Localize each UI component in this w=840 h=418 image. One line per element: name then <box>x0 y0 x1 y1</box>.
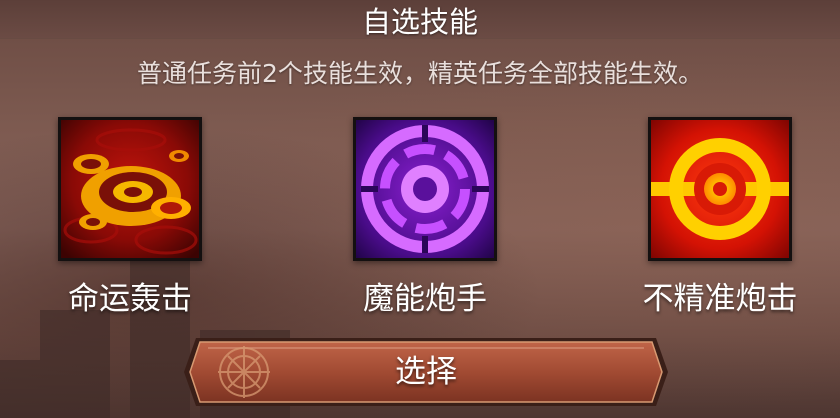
skill-name-fate-bombard: 命运轰击 <box>68 281 192 317</box>
rule-description: 普通任务前2个技能生效，精英任务全部技能生效。 <box>137 59 703 88</box>
select-button-label: 选择 <box>395 354 457 390</box>
dialog-title: 自选技能 <box>361 5 478 39</box>
title-bar: 自选技能 <box>0 0 840 39</box>
skill-option-fate-bombard[interactable]: 命运轰击 <box>30 117 230 327</box>
skill-option-inaccurate-shelling[interactable]: 不精准炮击 <box>620 117 820 327</box>
skill-option-arcane-gunner[interactable]: 魔能炮手 <box>325 117 525 327</box>
skill-name-arcane-gunner: 魔能炮手 <box>363 281 487 317</box>
inaccurate-shelling-icon[interactable] <box>648 117 792 261</box>
fate-bombard-icon[interactable] <box>58 117 202 261</box>
skill-name-inaccurate-shelling: 不精准炮击 <box>642 281 798 317</box>
select-button[interactable]: 选择 <box>182 336 670 408</box>
arcane-gunner-icon[interactable] <box>353 117 497 261</box>
